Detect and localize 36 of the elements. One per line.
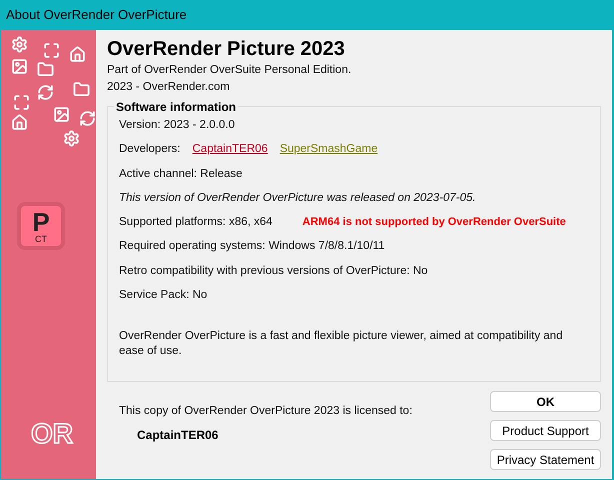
developer-link[interactable]: CaptainTER06 [192,141,268,158]
gear-icon [11,36,28,53]
dialog-button[interactable]: OK [490,391,601,412]
platform-warning: ARM64 is not supported by OverRender OverSuite [302,215,566,230]
developers-label: Developers: [119,142,180,158]
frame-icon [43,42,60,59]
dialog-button[interactable]: Product Support [490,420,601,441]
logo-caption: CT [35,234,47,244]
home-icon [11,114,28,131]
refresh-icon [79,110,96,127]
folder-icon [37,61,54,78]
developer-link[interactable]: SuperSmashGame [280,141,378,158]
platforms-text: Supported platforms: x86, x64 [119,215,272,230]
os-text: Required operating systems: Windows 7/8/8.1/10/11 [119,239,386,254]
license-owner: CaptainTER06 [136,427,220,444]
image-icon [11,58,28,75]
license-text: This copy of OverRender OverPicture 2023 is licensed to: [119,404,414,419]
dialog-button[interactable]: Privacy Statement [490,449,601,470]
window-title: About OverRender OverPicture [6,6,187,24]
description: OverRender OverPicture is a fast and flexible picture viewer, aimed at compatibility and ease of use. [119,329,564,359]
frame-icon [13,94,30,111]
image-icon [53,106,70,123]
logo-letter: P [32,208,50,234]
refresh-icon [37,84,54,101]
gear-icon [63,130,80,147]
brand-logo: OR [31,420,73,448]
channel-text: Active channel: Release [119,166,244,182]
website: 2023 - OverRender.com [107,80,231,95]
subtitle: Part of OverRender OverSuite Personal Edition. [107,63,352,78]
product-title: OverRender Picture 2023 [107,37,346,62]
home-icon [69,46,86,63]
service-pack-text: Service Pack: No [119,288,208,303]
retro-text: Retro compatibility with previous versions of OverPicture: No [119,264,429,278]
folder-icon [73,81,90,98]
version-text: Version: 2023 - 2.0.0.0 [119,118,236,133]
release-note: This version of OverRender OverPicture was released on 2023-07-05. [119,190,477,206]
